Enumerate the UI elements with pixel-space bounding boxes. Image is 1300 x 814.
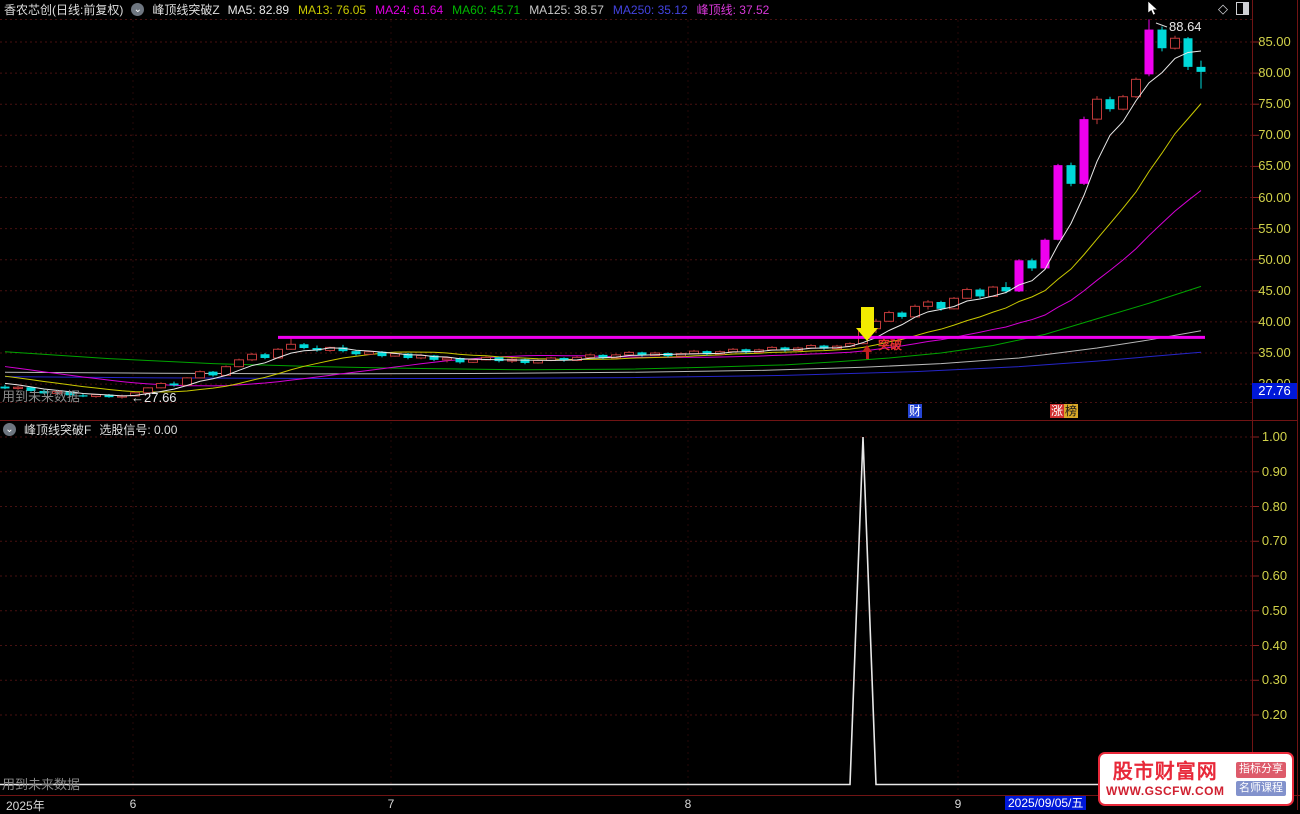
ma-legend-item: 峰顶线: 37.52 xyxy=(696,3,770,17)
ma-legend-item: MA250: 35.12 xyxy=(612,2,688,17)
price-axis-label: 35.00 xyxy=(1258,345,1291,360)
value-axis-label: 0.50 xyxy=(1261,602,1288,618)
value-axis-label: 0.70 xyxy=(1261,533,1288,549)
x-axis-month-label: 6 xyxy=(129,797,137,811)
price-axis-label: 80.00 xyxy=(1258,65,1291,81)
price-axis-label: 85.00 xyxy=(1258,34,1291,49)
chart-canvas[interactable] xyxy=(0,0,1300,810)
price-axis-label: 50.00 xyxy=(1258,251,1291,267)
trading-app-window: 香农芯创(日线:前复权) ⌄ 峰顶线突破Z MA5: 82.89 MA13: 76… xyxy=(0,0,1300,813)
indicator-collapse-icon[interactable]: ⌄ xyxy=(131,3,145,16)
value-axis-label: 0.90 xyxy=(1261,463,1288,479)
event-marker[interactable]: 榜 xyxy=(1064,404,1079,418)
diamond-icon[interactable]: ◇ xyxy=(1218,2,1228,15)
split-screen-icon[interactable] xyxy=(1236,2,1249,15)
ma-legend: MA5: 82.89 MA13: 76.05 MA24: 61.64 MA60: 45… xyxy=(228,1,779,18)
chevron-down-icon: ⌄ xyxy=(133,3,143,15)
ma-legend-item: MA60: 45.71 xyxy=(452,2,521,17)
value-axis-label: 0.80 xyxy=(1261,498,1288,514)
header-toolbar: ◇ xyxy=(1218,2,1249,15)
price-axis-label: 65.00 xyxy=(1258,158,1291,174)
mouse-cursor-icon xyxy=(1147,0,1159,21)
watermark-badges: 指标分享 名师课程 xyxy=(1236,761,1286,797)
value-axis-label: 1.00 xyxy=(1261,429,1288,444)
red-up-arrow-stem-icon xyxy=(866,352,869,359)
price-axis-label: 55.00 xyxy=(1258,220,1291,236)
ma-legend-item: MA5: 82.89 xyxy=(227,2,290,17)
x-axis-month-label: 7 xyxy=(387,797,395,811)
price-axis-label: 70.00 xyxy=(1258,127,1291,143)
x-axis-year-label: 2025年 xyxy=(6,799,45,813)
breakout-text-marker: 突破 xyxy=(878,338,903,352)
signal-value-label: 选股信号: 0.00 xyxy=(99,423,178,437)
high-price-annotation: 88.64 xyxy=(1169,19,1202,34)
value-axis-label: 0.20 xyxy=(1261,707,1288,722)
split-screen-icon-fill xyxy=(1243,3,1248,14)
ma-legend-item: MA24: 61.64 xyxy=(375,2,444,17)
yellow-down-arrow-head-icon xyxy=(856,328,878,341)
value-axis-label: 0.60 xyxy=(1261,568,1288,583)
current-price-badge: 27.76 xyxy=(1252,383,1297,399)
yellow-down-arrow-icon xyxy=(861,307,874,328)
stock-title: 香农芯创(日线:前复权) xyxy=(4,3,124,17)
future-data-note-bottom: 用到未来数据 xyxy=(2,777,81,792)
value-axis-label: 0.30 xyxy=(1261,672,1288,688)
watermark-banner: 股市财富网 WWW.GSCFW.COM 指标分享 名师课程 xyxy=(1098,752,1294,806)
event-marker[interactable]: 财 xyxy=(908,404,923,418)
watermark-site-url: WWW.GSCFW.COM xyxy=(1106,783,1225,798)
watermark-site-name: 股市财富网 xyxy=(1112,760,1218,783)
price-axis-label: 75.00 xyxy=(1258,96,1291,112)
price-axis-label: 60.00 xyxy=(1258,189,1291,205)
bottom-panel-header: ⌄ 峰顶线突破F 选股信号: 0.00 xyxy=(3,421,177,438)
event-marker[interactable]: 涨 xyxy=(1050,404,1065,418)
indicator2-collapse-icon[interactable]: ⌄ xyxy=(3,423,16,436)
indicator2-name: 峰顶线突破F xyxy=(24,423,92,437)
future-data-note-top: 用到未来数据 xyxy=(2,389,81,404)
watermark-badge-indicator-share: 指标分享 xyxy=(1236,761,1286,778)
watermark-badge-courses: 名师课程 xyxy=(1236,780,1286,797)
value-axis-label: 0.40 xyxy=(1261,637,1288,653)
price-axis-label: 40.00 xyxy=(1258,313,1291,329)
chevron-down-icon: ⌄ xyxy=(5,423,14,435)
price-axis-label: 45.00 xyxy=(1258,282,1291,298)
low-price-annotation: ←27.66 xyxy=(131,390,177,405)
x-axis-month-label: 9 xyxy=(954,797,962,811)
ma-legend-item: MA125: 38.57 xyxy=(529,2,604,17)
red-up-arrow-icon xyxy=(862,345,872,352)
indicator-name: 峰顶线突破Z xyxy=(152,3,220,17)
ma-legend-item: MA13: 76.05 xyxy=(298,2,367,17)
x-axis-month-label: 8 xyxy=(684,797,692,811)
watermark-site: 股市财富网 WWW.GSCFW.COM xyxy=(1106,761,1224,798)
last-date-badge: 2025/09/05/五 xyxy=(1005,796,1087,810)
top-header: 香农芯创(日线:前复权) ⌄ 峰顶线突破Z MA5: 82.89 MA13: 76… xyxy=(4,1,778,18)
